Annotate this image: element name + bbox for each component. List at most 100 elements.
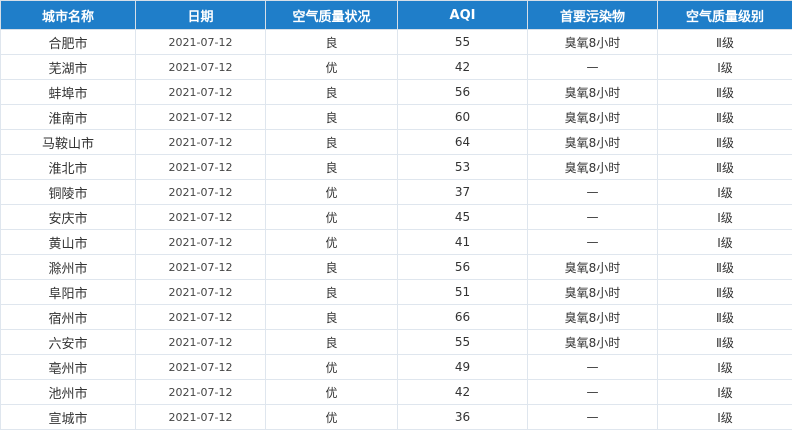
cell-city: 淮北市 [0,154,136,180]
cell-date: 2021-07-12 [135,329,266,355]
header-status: 空气质量状况 [265,0,398,30]
cell-status: 良 [265,329,398,355]
cell-city: 安庆市 [0,204,136,230]
cell-pollutant: — [527,204,658,230]
cell-pollutant: — [527,229,658,255]
cell-aqi: 42 [397,379,528,405]
cell-status: 优 [265,404,398,430]
table-row: 合肥市 2021-07-12 良 55 臭氧8小时 Ⅱ级 [0,29,792,55]
cell-aqi: 56 [397,254,528,280]
cell-status: 良 [265,254,398,280]
cell-aqi: 55 [397,29,528,55]
table-row: 六安市 2021-07-12 良 55 臭氧8小时 Ⅱ级 [0,329,792,355]
cell-level: Ⅱ级 [657,254,792,280]
cell-date: 2021-07-12 [135,154,266,180]
cell-level: Ⅰ级 [657,229,792,255]
air-quality-table: 城市名称 日期 空气质量状况 AQI 首要污染物 空气质量级别 合肥市 2021-… [0,0,792,430]
cell-pollutant: 臭氧8小时 [527,104,658,130]
cell-city: 淮南市 [0,104,136,130]
table-header: 城市名称 日期 空气质量状况 AQI 首要污染物 空气质量级别 [0,0,792,30]
table-row: 池州市 2021-07-12 优 42— Ⅰ级 [0,379,792,405]
cell-pollutant: — [527,179,658,205]
table-row: 滁州市 2021-07-12 良 56 臭氧8小时 Ⅱ级 [0,254,792,280]
cell-date: 2021-07-12 [135,204,266,230]
cell-date: 2021-07-12 [135,129,266,155]
cell-aqi: 51 [397,279,528,305]
cell-level: Ⅱ级 [657,329,792,355]
cell-aqi: 60 [397,104,528,130]
table-row: 阜阳市 2021-07-12 良 51 臭氧8小时 Ⅱ级 [0,279,792,305]
cell-pollutant: 臭氧8小时 [527,329,658,355]
cell-aqi: 37 [397,179,528,205]
cell-aqi: 41 [397,229,528,255]
cell-date: 2021-07-12 [135,104,266,130]
cell-date: 2021-07-12 [135,179,266,205]
cell-status: 良 [265,129,398,155]
cell-level: Ⅱ级 [657,304,792,330]
cell-pollutant: 臭氧8小时 [527,279,658,305]
cell-pollutant: 臭氧8小时 [527,79,658,105]
cell-level: Ⅱ级 [657,129,792,155]
cell-date: 2021-07-12 [135,379,266,405]
cell-aqi: 49 [397,354,528,380]
header-date: 日期 [135,0,266,30]
cell-pollutant: — [527,54,658,80]
cell-pollutant: — [527,354,658,380]
cell-level: Ⅰ级 [657,54,792,80]
header-level: 空气质量级别 [657,0,792,30]
table-row: 淮北市 2021-07-12 良 53 臭氧8小时 Ⅱ级 [0,154,792,180]
cell-date: 2021-07-12 [135,29,266,55]
cell-level: Ⅰ级 [657,379,792,405]
cell-level: Ⅱ级 [657,154,792,180]
table-row: 宿州市 2021-07-12 良 66 臭氧8小时 Ⅱ级 [0,304,792,330]
cell-date: 2021-07-12 [135,279,266,305]
cell-level: Ⅰ级 [657,404,792,430]
cell-level: Ⅰ级 [657,204,792,230]
cell-level: Ⅰ级 [657,179,792,205]
cell-aqi: 45 [397,204,528,230]
cell-pollutant: 臭氧8小时 [527,254,658,280]
cell-aqi: 42 [397,54,528,80]
cell-date: 2021-07-12 [135,304,266,330]
cell-aqi: 64 [397,129,528,155]
header-aqi: AQI [397,0,528,30]
table-row: 马鞍山市 2021-07-12 良 64 臭氧8小时 Ⅱ级 [0,129,792,155]
cell-level: Ⅱ级 [657,29,792,55]
cell-date: 2021-07-12 [135,54,266,80]
cell-level: Ⅱ级 [657,79,792,105]
table-row: 淮南市 2021-07-12 良 60 臭氧8小时 Ⅱ级 [0,104,792,130]
cell-aqi: 56 [397,79,528,105]
cell-city: 合肥市 [0,29,136,55]
cell-status: 良 [265,304,398,330]
cell-city: 亳州市 [0,354,136,380]
cell-pollutant: — [527,379,658,405]
cell-city: 铜陵市 [0,179,136,205]
table-row: 安庆市 2021-07-12 优 45— Ⅰ级 [0,204,792,230]
cell-city: 蚌埠市 [0,79,136,105]
cell-aqi: 66 [397,304,528,330]
cell-city: 滁州市 [0,254,136,280]
cell-city: 池州市 [0,379,136,405]
cell-pollutant: 臭氧8小时 [527,29,658,55]
cell-date: 2021-07-12 [135,254,266,280]
header-row: 城市名称 日期 空气质量状况 AQI 首要污染物 空气质量级别 [0,0,792,30]
cell-status: 良 [265,29,398,55]
cell-city: 宿州市 [0,304,136,330]
cell-status: 优 [265,179,398,205]
cell-date: 2021-07-12 [135,229,266,255]
table-row: 芜湖市 2021-07-12 优 42— Ⅰ级 [0,54,792,80]
cell-status: 优 [265,354,398,380]
cell-status: 优 [265,204,398,230]
cell-status: 良 [265,279,398,305]
table-row: 蚌埠市 2021-07-12 良 56 臭氧8小时 Ⅱ级 [0,79,792,105]
header-city: 城市名称 [0,0,136,30]
cell-aqi: 53 [397,154,528,180]
cell-status: 优 [265,54,398,80]
table-row: 铜陵市 2021-07-12 优 37— Ⅰ级 [0,179,792,205]
table-row: 黄山市 2021-07-12 优 41— Ⅰ级 [0,229,792,255]
header-pollutant: 首要污染物 [527,0,658,30]
cell-aqi: 55 [397,329,528,355]
cell-aqi: 36 [397,404,528,430]
cell-status: 良 [265,79,398,105]
cell-pollutant: 臭氧8小时 [527,154,658,180]
